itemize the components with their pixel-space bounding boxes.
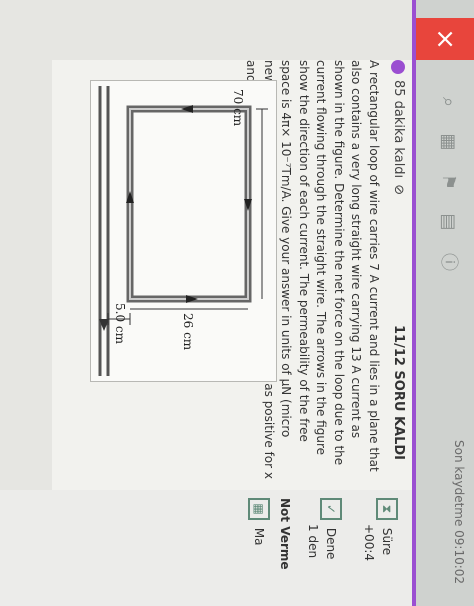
hourglass-icon: ⧗	[376, 498, 398, 520]
grade-info: Not Verme ▦ Ma	[248, 498, 292, 570]
accent-line	[412, 0, 416, 606]
ma-label: Ma	[252, 527, 266, 546]
close-icon: ×	[430, 28, 460, 50]
attempt-label: Dene	[324, 527, 338, 560]
question-figure: 5.0 cm 26 cm 70 cm	[90, 80, 277, 382]
label-distance: 5.0 cm	[113, 303, 127, 345]
info-icon[interactable]: ⓘ	[436, 250, 460, 274]
time-info: ⧗ Süre +00:4	[362, 498, 398, 561]
hide-icon[interactable]: ⊘	[391, 184, 406, 195]
question-counter: 11/12 SORU KALDI	[391, 324, 406, 460]
search-icon[interactable]: ⌕	[436, 90, 460, 114]
page: × ⌕ ▦ ⚑ ▤ ⓘ Son kaydetme 09:10:02 85 dak…	[0, 0, 474, 606]
grade-label: Not Verme	[278, 498, 292, 570]
timer-label: 85 dakika kaldı	[391, 80, 406, 179]
question-panel: 85 dakika kaldı ⊘ 11/12 SORU KALDI A rec…	[52, 60, 412, 490]
time-label: Süre	[380, 527, 394, 556]
figure-svg: 5.0 cm 26 cm 70 cm	[98, 86, 268, 376]
wire-loop	[126, 105, 252, 303]
clock-icon	[391, 60, 406, 74]
saved-label: Son kaydetme 09:10:02	[452, 440, 466, 585]
attempt-info: ✓ Dene 1 den	[306, 498, 342, 559]
flag-icon[interactable]: ⚑	[436, 170, 460, 194]
label-height: 70 cm	[231, 89, 245, 127]
close-button[interactable]: ×	[416, 18, 474, 60]
calculator-icon[interactable]: ▦	[436, 130, 460, 154]
attempt-value: 1 den	[306, 524, 320, 559]
top-rail: × ⌕ ▦ ⚑ ▤ ⓘ Son kaydetme 09:10:02	[416, 0, 474, 606]
wire-loop-inner	[129, 108, 249, 300]
side-panel: ⧗ Süre +00:4 ✓ Dene 1 den Not Verme ▦ Ma	[0, 490, 412, 606]
label-width: 26 cm	[181, 313, 195, 351]
checkbox-icon: ✓	[320, 498, 342, 520]
time-value: +00:4	[362, 524, 376, 562]
timer: 85 dakika kaldı ⊘	[391, 60, 406, 195]
calculator-icon[interactable]: ▦	[248, 498, 270, 520]
calendar-icon[interactable]: ▤	[436, 210, 460, 234]
